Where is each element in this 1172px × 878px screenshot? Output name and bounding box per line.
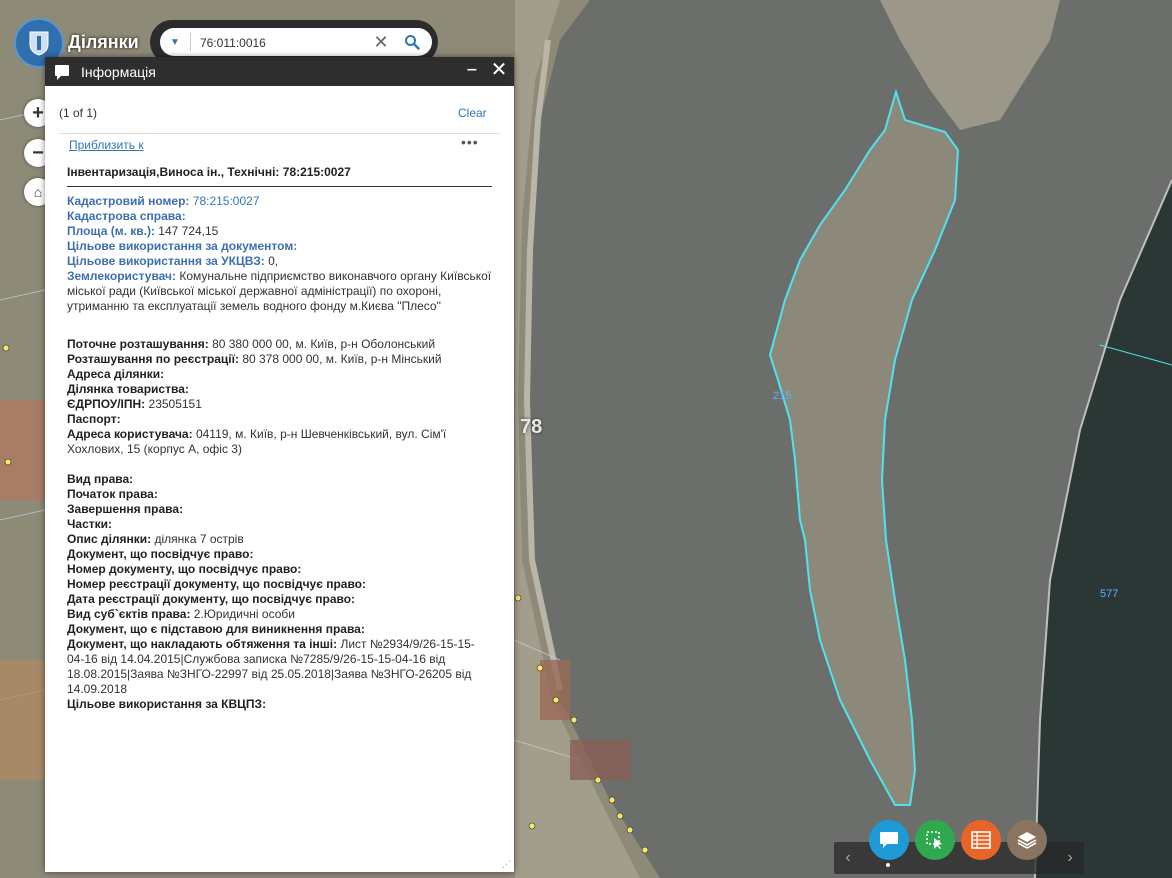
field-parcel-address: Адреса ділянки: bbox=[67, 367, 165, 381]
close-panel-button[interactable]: ✕ bbox=[489, 58, 509, 82]
minimize-icon: ‒ bbox=[467, 61, 477, 78]
record-title: Інвентаризація,Виноса ін., Технічні: 78:… bbox=[67, 165, 351, 179]
map-label-block: 78 bbox=[520, 416, 543, 438]
field-right-doc-reg-date: Дата реєстрації документу, що посвідчує … bbox=[67, 592, 356, 606]
field-subject-type: Вид суб`єктів права: 2.Юридичні особи bbox=[67, 607, 295, 621]
field-right-doc-reg-num: Номер реєстрації документу, що посвідчує… bbox=[67, 577, 366, 591]
field-user-address: Адреса користувача: 04119, м. Київ, р-н … bbox=[67, 427, 447, 456]
field-partnership-parcel: Ділянка товариства: bbox=[67, 382, 189, 396]
close-icon: ✕ bbox=[373, 31, 389, 52]
field-use-by-doc: Цільове використання за документом: bbox=[67, 239, 298, 253]
search-separator bbox=[190, 33, 191, 51]
map-label-island-parcel: 215 bbox=[773, 390, 792, 402]
chevron-left-icon: ‹ bbox=[845, 849, 851, 866]
field-right-end: Завершення права: bbox=[67, 502, 184, 516]
field-right-doc: Документ, що посвідчує право: bbox=[67, 547, 254, 561]
info-bubble-icon bbox=[880, 832, 898, 848]
more-actions-icon[interactable]: ••• bbox=[461, 135, 485, 151]
field-land-user: Землекористувач: Комунальне підприємство… bbox=[67, 269, 492, 313]
app-title: Ділянки bbox=[68, 32, 139, 52]
table-icon bbox=[971, 831, 991, 849]
caret-down-icon: ▼ bbox=[170, 36, 180, 48]
attribute-list: Кадастровий номер: 78:215:0027 Кадастров… bbox=[67, 194, 492, 712]
field-encumbrance-doc: Документ, що накладають обтяження та інш… bbox=[67, 637, 475, 696]
speech-bubble-icon bbox=[55, 65, 69, 80]
close-icon: ✕ bbox=[490, 59, 508, 81]
zoom-to-link[interactable]: Приблизить к bbox=[69, 138, 144, 152]
field-edrpou: ЄДРПОУ/ІПН: 23505151 bbox=[67, 397, 202, 411]
feature-pager: (1 of 1) bbox=[59, 106, 98, 120]
select-widget-button[interactable] bbox=[915, 820, 955, 860]
field-cadastral-case: Кадастрова справа: bbox=[67, 209, 186, 223]
field-right-doc-num: Номер документу, що посвідчує право: bbox=[67, 562, 302, 576]
field-cadastral-number: Кадастровий номер: 78:215:0027 bbox=[67, 194, 260, 208]
info-panel: Інформація ‒ ✕ (1 of 1) Clear Приблизить… bbox=[45, 57, 514, 872]
info-widget-button[interactable] bbox=[869, 820, 909, 860]
field-registered-location: Розташування по реєстрації: 80 378 000 0… bbox=[67, 352, 442, 366]
chevron-right-icon: › bbox=[1067, 849, 1073, 866]
divider bbox=[67, 186, 492, 187]
search-input[interactable] bbox=[198, 31, 370, 55]
field-shares: Частки: bbox=[67, 517, 113, 531]
search-source-dropdown[interactable]: ▼ bbox=[160, 28, 190, 56]
home-icon: ⌂ bbox=[33, 184, 43, 200]
layers-widget-button[interactable] bbox=[1007, 820, 1047, 860]
field-use-kvcpz: Цільове використання за КВЦПЗ: bbox=[67, 697, 267, 711]
resize-handle[interactable]: ⋰ bbox=[502, 860, 512, 870]
clear-button[interactable]: Clear bbox=[458, 106, 487, 120]
field-right-start: Початок права: bbox=[67, 487, 158, 501]
info-panel-title: Інформація bbox=[81, 64, 156, 80]
attribute-table-button[interactable] bbox=[961, 820, 1001, 860]
plus-icon: + bbox=[32, 101, 44, 124]
minus-icon: − bbox=[32, 141, 44, 164]
field-area: Площа (м. кв.): 147 724,15 bbox=[67, 224, 219, 238]
search-button[interactable] bbox=[398, 30, 426, 54]
coat-of-arms-icon bbox=[29, 31, 49, 56]
cadastral-number-value: 78:215:0027 bbox=[192, 194, 260, 208]
divider bbox=[59, 133, 500, 134]
active-indicator bbox=[886, 863, 890, 867]
info-panel-header[interactable]: Інформація ‒ ✕ bbox=[45, 57, 514, 86]
toolbar-next-button[interactable]: › bbox=[1060, 848, 1080, 868]
field-use-ukcvz: Цільове використання за УКЦВЗ: 0, bbox=[67, 254, 279, 268]
select-icon bbox=[926, 831, 942, 849]
field-current-location: Поточне розташування: 80 380 000 00, м. … bbox=[67, 337, 436, 351]
field-right-type: Вид права: bbox=[67, 472, 134, 486]
field-basis-doc: Документ, що є підставою для виникнення … bbox=[67, 622, 365, 636]
clear-search-button[interactable]: ✕ bbox=[370, 30, 392, 54]
layers-icon bbox=[1017, 832, 1037, 849]
map-label-east-parcel: 577 bbox=[1100, 588, 1119, 600]
minimize-button[interactable]: ‒ bbox=[465, 59, 479, 81]
toolbar-prev-button[interactable]: ‹ bbox=[838, 848, 858, 868]
field-parcel-desc: Опис ділянки: ділянка 7 острів bbox=[67, 532, 244, 546]
search-icon bbox=[405, 35, 420, 50]
field-passport: Паспорт: bbox=[67, 412, 121, 426]
